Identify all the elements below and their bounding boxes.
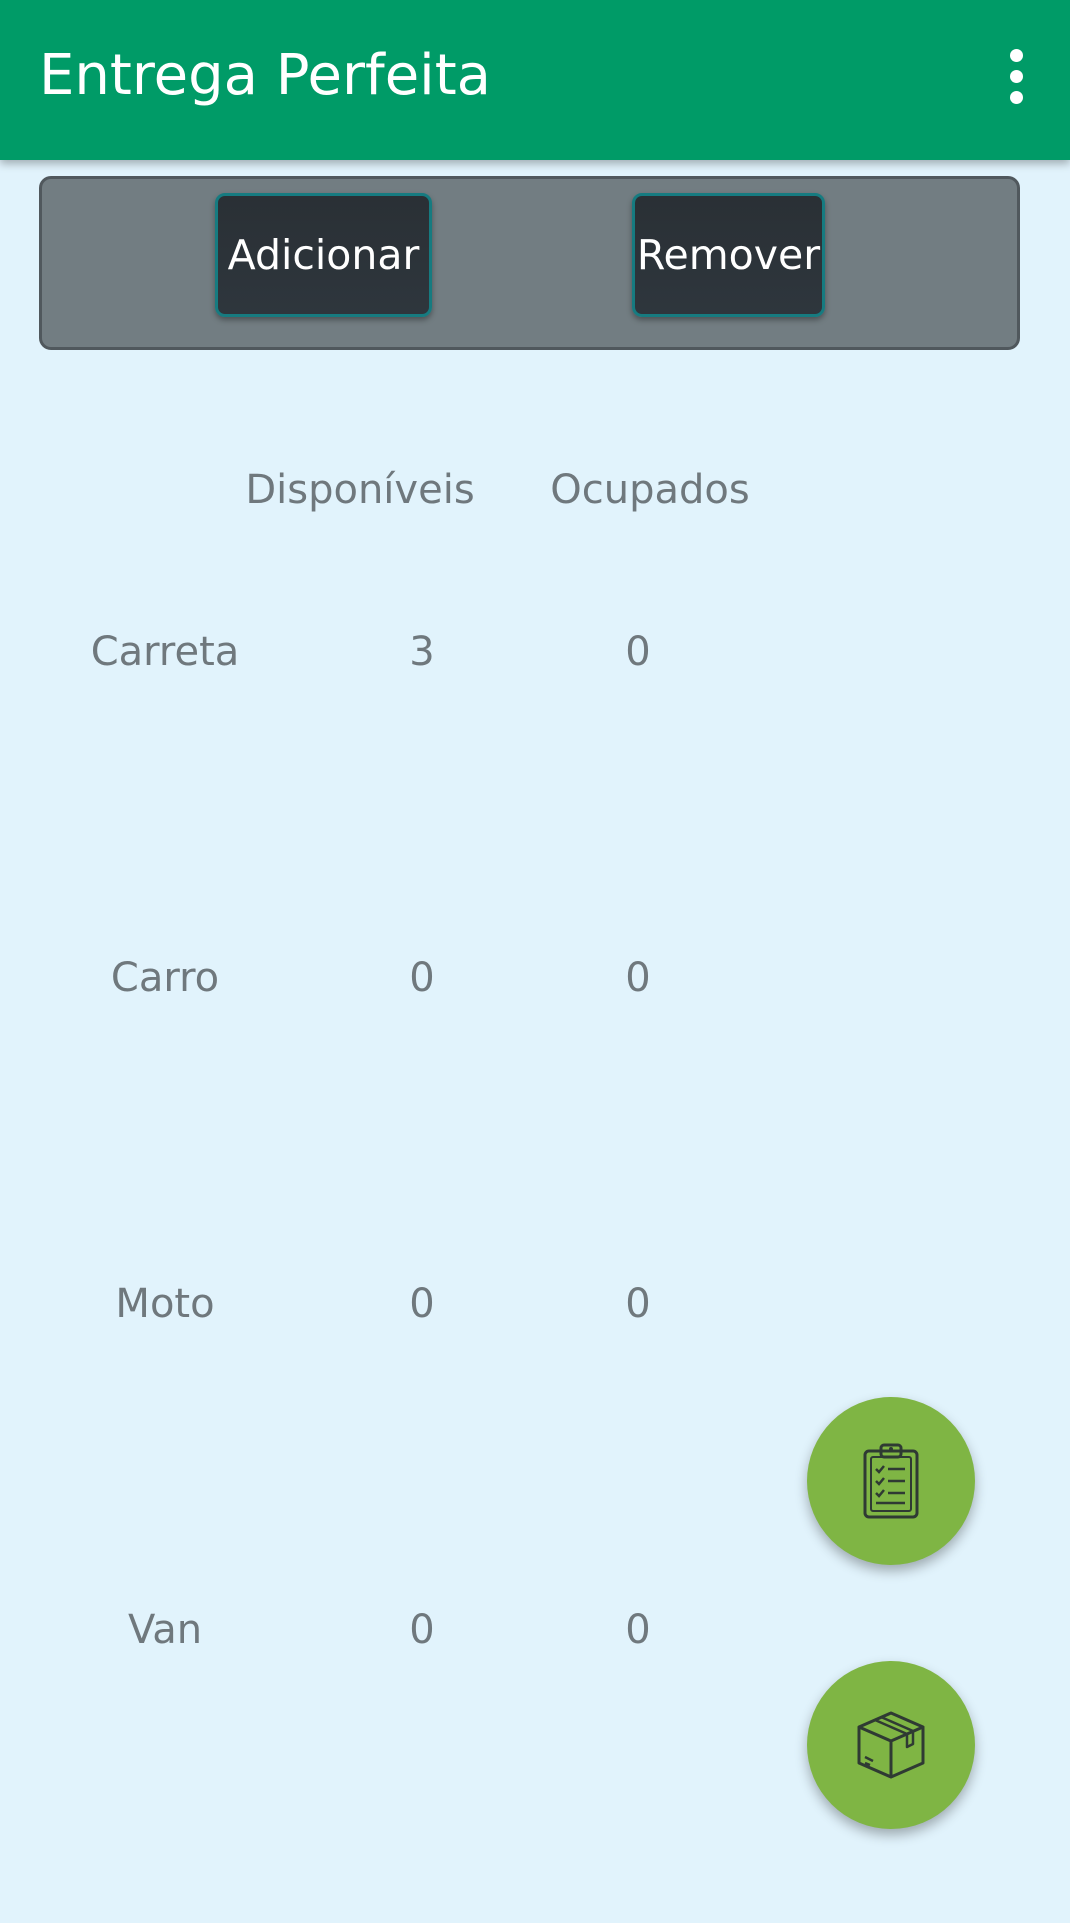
occupied-count-moto: 0	[625, 1281, 651, 1327]
menu-dot	[1009, 69, 1023, 83]
more-vert-icon[interactable]	[976, 36, 1056, 116]
app-title: Entrega Perfeita	[39, 43, 491, 108]
occupied-count-carro: 0	[625, 955, 651, 1001]
available-count-carro: 0	[409, 955, 435, 1001]
header-available: Disponíveis	[245, 467, 475, 513]
remove-button[interactable]: Remover	[632, 193, 825, 317]
action-panel: Adicionar Remover	[39, 176, 1020, 350]
checklist-fab[interactable]	[807, 1397, 975, 1565]
header-occupied: Ocupados	[550, 467, 750, 513]
available-count-van: 0	[409, 1607, 435, 1653]
vehicle-label-carreta: Carreta	[90, 629, 240, 675]
occupied-count-van: 0	[625, 1607, 651, 1653]
available-count-moto: 0	[409, 1281, 435, 1327]
menu-dot	[1009, 48, 1023, 62]
available-count-carreta: 3	[409, 629, 435, 675]
vehicle-label-van: Van	[127, 1607, 203, 1653]
vehicle-label-moto: Moto	[115, 1281, 215, 1327]
clipboard-checklist-icon	[863, 1443, 919, 1519]
occupied-count-carreta: 0	[625, 629, 651, 675]
add-button[interactable]: Adicionar	[215, 193, 432, 317]
app-bar: Entrega Perfeita	[0, 0, 1070, 160]
package-box-icon	[857, 1711, 925, 1779]
menu-dot	[1009, 90, 1023, 104]
vehicle-label-carro: Carro	[110, 955, 220, 1001]
package-fab[interactable]	[807, 1661, 975, 1829]
